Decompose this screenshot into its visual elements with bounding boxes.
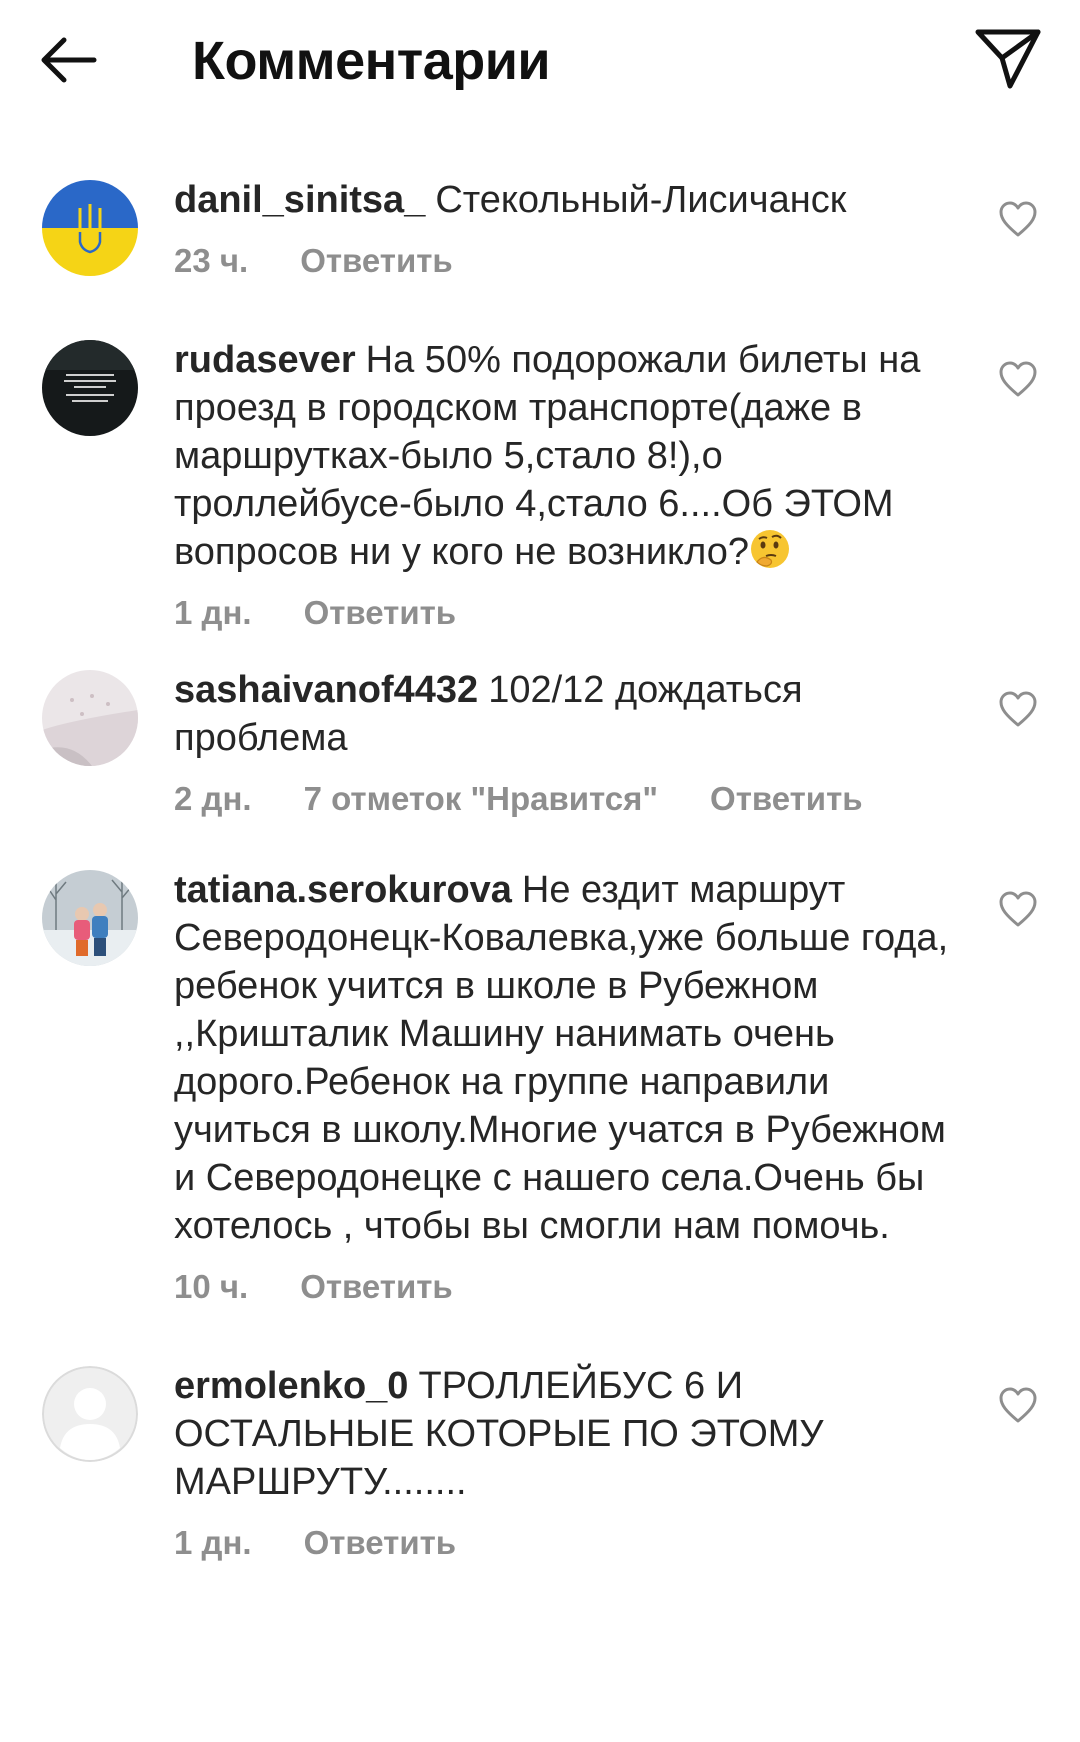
comment-time: 23 ч. <box>174 242 249 279</box>
avatar[interactable] <box>42 340 138 436</box>
comment-meta: 23 ч. Ответить <box>174 238 964 284</box>
comment-username[interactable]: sashaivanof4432 <box>174 669 478 711</box>
comment-time: 1 дн. <box>174 594 252 631</box>
avatar[interactable] <box>42 870 138 966</box>
heart-icon <box>999 891 1037 927</box>
comment-meta: 10 ч. Ответить <box>174 1264 964 1310</box>
dark-quote-avatar <box>42 340 138 436</box>
comment-username[interactable]: tatiana.serokurova <box>174 869 512 911</box>
comment-text: danil_sinitsa_ Стекольный-Лисичанск <box>174 176 964 224</box>
comment-meta: 1 дн. Ответить <box>174 1520 964 1566</box>
like-button[interactable] <box>998 360 1038 400</box>
reply-button[interactable]: Ответить <box>300 242 453 279</box>
heart-icon <box>999 201 1037 237</box>
top-bar: Комментарии <box>0 0 1080 120</box>
comment-text: ermolenko_0 ТРОЛЛЕЙБУС 6 И ОСТАЛЬНЫЕ КОТО… <box>174 1362 964 1506</box>
arrow-left-icon <box>41 37 97 83</box>
reply-button[interactable]: Ответить <box>304 594 457 631</box>
comment-time: 10 ч. <box>174 1268 249 1305</box>
comment-meta: 1 дн. Ответить <box>174 590 964 636</box>
reply-button[interactable]: Ответить <box>304 1524 457 1561</box>
light-photo-avatar <box>42 670 138 766</box>
winter-children-avatar <box>42 870 138 966</box>
like-button[interactable] <box>998 890 1038 930</box>
ukraine-trident-avatar <box>42 180 138 276</box>
thinking-face-emoji <box>750 530 789 568</box>
paper-plane-icon <box>975 29 1041 89</box>
avatar[interactable] <box>42 180 138 276</box>
like-button[interactable] <box>998 200 1038 240</box>
comment-username[interactable]: danil_sinitsa_ <box>174 179 425 221</box>
reply-button[interactable]: Ответить <box>710 780 863 817</box>
comment-meta: 2 дн. 7 отметок "Нравится" Ответить <box>174 776 964 822</box>
comment-time: 2 дн. <box>174 780 252 817</box>
back-button[interactable] <box>38 26 108 96</box>
comment-text: rudasever На 50% подорожали билеты на про… <box>174 336 964 576</box>
comment-likes[interactable]: 7 отметок "Нравится" <box>304 780 658 817</box>
comment-text: tatiana.serokurova Не ездит маршрут Север… <box>174 866 964 1250</box>
share-button[interactable] <box>972 22 1044 94</box>
avatar[interactable] <box>42 670 138 766</box>
default-user-avatar <box>42 1366 138 1462</box>
comment-username[interactable]: ermolenko_0 <box>174 1365 408 1407</box>
heart-icon <box>999 361 1037 397</box>
comment-username[interactable]: rudasever <box>174 339 356 381</box>
comment-text: sashaivanof4432 102/12 дождаться проблема <box>174 666 964 762</box>
like-button[interactable] <box>998 690 1038 730</box>
page-title: Комментарии <box>192 31 551 91</box>
comment-message: Стекольный-Лисичанск <box>435 179 847 221</box>
like-button[interactable] <box>998 1386 1038 1426</box>
comment-time: 1 дн. <box>174 1524 252 1561</box>
comment-message: Не ездит маршрут Северодонецк-Ковалевка,… <box>174 869 949 1247</box>
reply-button[interactable]: Ответить <box>300 1268 453 1305</box>
heart-icon <box>999 691 1037 727</box>
avatar[interactable] <box>42 1366 138 1462</box>
heart-icon <box>999 1387 1037 1423</box>
